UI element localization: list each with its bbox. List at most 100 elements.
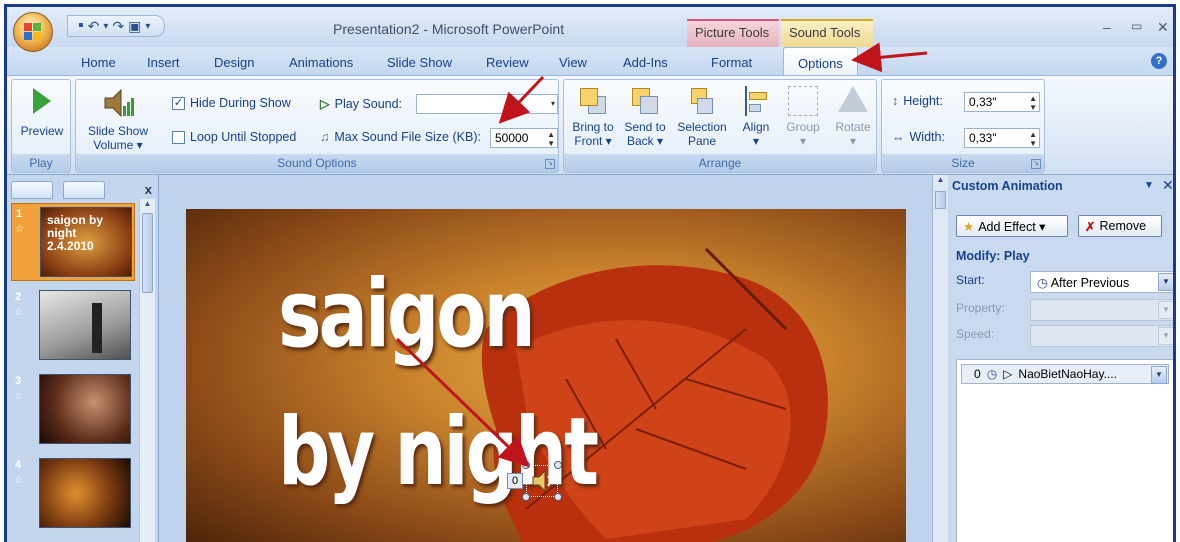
slides-tab[interactable]: [11, 181, 53, 199]
save-icon[interactable]: ▪: [78, 17, 84, 35]
scroll-up-icon[interactable]: ▲: [140, 199, 155, 213]
animation-star-icon: ☆: [14, 307, 23, 318]
tab-animations[interactable]: Animations: [289, 55, 353, 70]
pane-options-icon[interactable]: ▼: [1144, 180, 1154, 191]
slide-canvas[interactable]: saigon by night 0: [186, 209, 906, 542]
loop-until-stopped-check[interactable]: [172, 130, 185, 144]
animation-list: 0 ◷ ▷ NaoBietNaoHay.... ▼: [956, 359, 1173, 542]
spinner-icon[interactable]: ▲ ▼: [1029, 94, 1037, 112]
undo-icon[interactable]: ↶: [88, 18, 100, 35]
speed-label: Speed:: [956, 327, 995, 341]
slide-title-line1[interactable]: saigon: [278, 267, 536, 363]
resize-handle[interactable]: [522, 461, 530, 469]
scroll-thumb[interactable]: [142, 213, 153, 293]
clock-icon: ◷: [986, 367, 998, 381]
tab-home[interactable]: Home: [81, 55, 116, 70]
close-button[interactable]: ✕: [1157, 19, 1169, 36]
height-label: Height:: [903, 94, 943, 108]
add-effect-button[interactable]: ★ Add Effect ▾: [956, 215, 1068, 237]
sound-file-icon: ♫: [320, 130, 330, 144]
resize-handle[interactable]: [554, 493, 562, 501]
chevron-down-icon[interactable]: ▼: [1151, 366, 1167, 384]
animation-star-icon: ☆: [14, 391, 23, 402]
editor-scrollbar[interactable]: ▲: [932, 175, 948, 542]
tab-slide-show[interactable]: Slide Show: [387, 55, 452, 70]
tab-format[interactable]: Format: [711, 55, 752, 70]
resize-handle[interactable]: [522, 493, 530, 501]
chevron-down-icon: ▾: [550, 99, 555, 108]
dialog-launcher-icon[interactable]: ↘: [1031, 159, 1041, 169]
animation-order-badge: 0: [507, 473, 523, 489]
preview-button[interactable]: Preview: [14, 88, 70, 138]
speed-dropdown[interactable]: ▼: [1030, 325, 1173, 347]
sound-object-icon[interactable]: [526, 465, 558, 497]
volume-label-line2: Volume ▾: [93, 138, 143, 152]
powerpoint-window: ▪ ↶ ▾ ↷ ▣ ▾ Presentation2 - Microsoft Po…: [4, 4, 1176, 542]
loop-until-stopped-checkbox[interactable]: Loop Until Stopped: [172, 130, 296, 144]
play-sound-control: ▷ Play Sound:: [320, 96, 403, 112]
office-button[interactable]: [13, 12, 53, 52]
modify-label: Modify: Play: [956, 249, 1030, 263]
minimize-button[interactable]: –: [1103, 19, 1111, 35]
window-title: Presentation2 - Microsoft PowerPoint: [333, 21, 565, 37]
slide-thumb-2[interactable]: 2 ☆: [11, 287, 135, 365]
animation-star-icon: ☆: [14, 475, 23, 486]
slide-show-volume-button[interactable]: Slide Show Volume ▾: [80, 86, 156, 152]
restore-button[interactable]: ▭: [1131, 19, 1142, 33]
animation-list-item[interactable]: 0 ◷ ▷ NaoBietNaoHay.... ▼: [961, 364, 1169, 384]
start-label: Start:: [956, 273, 985, 287]
slide-thumb-3[interactable]: 3 ☆: [11, 371, 135, 449]
spinner-icon[interactable]: ▲ ▼: [547, 130, 555, 148]
chevron-down-icon: ▼: [1158, 301, 1173, 319]
start-dropdown[interactable]: ◷ After Previous ▼: [1030, 271, 1173, 293]
max-size-control: ♫ Max Sound File Size (KB):: [320, 130, 481, 144]
align-icon: [741, 86, 771, 116]
ribbon: Preview Play Slide Show Volume ▾ ✓ Hide …: [7, 75, 1173, 175]
remove-icon: ✗: [1085, 219, 1096, 234]
tab-design[interactable]: Design: [214, 55, 254, 70]
scroll-up-icon[interactable]: ▲: [933, 175, 948, 189]
tab-options[interactable]: Options: [783, 47, 858, 75]
group-play: Preview Play: [11, 79, 71, 173]
width-input[interactable]: 0,33" ▲ ▼: [964, 128, 1040, 148]
width-control: ↔ Width:: [892, 130, 945, 144]
close-icon[interactable]: x: [145, 182, 152, 197]
office-logo-icon: [24, 23, 42, 41]
tab-insert[interactable]: Insert: [147, 55, 180, 70]
slide-thumb-4[interactable]: 4 ☆: [11, 455, 135, 533]
tab-view[interactable]: View: [559, 55, 587, 70]
dialog-launcher-icon[interactable]: ↘: [545, 159, 555, 169]
remove-button[interactable]: ✗ Remove: [1078, 215, 1162, 237]
height-control: ↕ Height:: [892, 94, 943, 108]
tab-add-ins[interactable]: Add-Ins: [623, 55, 668, 70]
scroll-thumb[interactable]: [935, 191, 946, 209]
play-sound-label: Play Sound:: [334, 96, 403, 111]
view-icon[interactable]: ▣: [128, 18, 141, 35]
play-sound-dropdown[interactable]: ▾: [416, 94, 558, 114]
selection-pane-button[interactable]: Selection Pane: [674, 86, 730, 148]
slides-scrollbar[interactable]: ▲: [139, 199, 155, 542]
group-button[interactable]: Group ▾: [780, 86, 826, 148]
help-icon[interactable]: ?: [1151, 53, 1167, 69]
pane-close-icon[interactable]: ✕: [1162, 177, 1173, 194]
max-size-input[interactable]: 50000 ▲ ▼: [490, 128, 558, 148]
align-button[interactable]: Align ▾: [736, 86, 776, 148]
slide-thumb-1[interactable]: 1 ☆ saigon by night 2.4.2010: [11, 203, 135, 281]
height-input[interactable]: 0,33" ▲ ▼: [964, 92, 1040, 112]
send-to-back-button[interactable]: Send to Back ▾: [620, 86, 670, 148]
resize-handle[interactable]: [554, 461, 562, 469]
undo-dropdown-icon[interactable]: ▾: [103, 21, 108, 32]
property-dropdown[interactable]: ▼: [1030, 299, 1173, 321]
spinner-icon[interactable]: ▲ ▼: [1029, 130, 1037, 148]
outline-tab[interactable]: [63, 181, 105, 199]
hide-during-show-checkbox[interactable]: ✓ Hide During Show: [172, 96, 291, 110]
group-size-label: Size: [882, 154, 1044, 172]
customize-qat-icon[interactable]: ▾: [145, 21, 150, 32]
rotate-button[interactable]: Rotate ▾: [830, 86, 876, 148]
star-icon: ★: [963, 219, 975, 234]
group-icon: [788, 86, 818, 116]
hide-during-show-check[interactable]: ✓: [172, 96, 185, 110]
bring-to-front-button[interactable]: Bring to Front ▾: [568, 86, 618, 148]
tab-review[interactable]: Review: [486, 55, 529, 70]
redo-icon[interactable]: ↷: [112, 18, 124, 35]
